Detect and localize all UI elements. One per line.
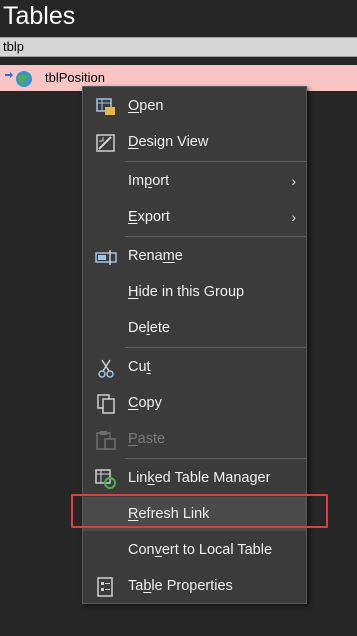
- menu-item-linked-table-manager[interactable]: Linked Table Manager: [83, 461, 306, 495]
- annotation-highlight-box: [71, 494, 328, 528]
- menu-item-linked-table-manager-label: Linked Table Manager: [128, 470, 271, 486]
- search-filter-field[interactable]: tblp: [0, 37, 357, 57]
- menu-item-design-view-label: Design View: [128, 134, 209, 150]
- menu-item-table-properties[interactable]: Table Properties: [83, 569, 306, 603]
- pane-title: Tables: [0, 0, 357, 37]
- menu-item-copy-label: Copy: [128, 395, 162, 411]
- menu-separator: [125, 458, 306, 459]
- menu-item-hide-in-group-label: Hide in this Group: [128, 284, 245, 300]
- menu-item-import-label: Import: [128, 173, 170, 189]
- submenu-chevron-icon: ›: [291, 173, 296, 189]
- menu-item-hide-in-group[interactable]: Hide in this Group: [83, 275, 306, 309]
- menu-separator: [125, 161, 306, 162]
- menu-separator: [125, 236, 306, 237]
- paste-icon: [96, 431, 116, 450]
- menu-separator: [125, 347, 306, 348]
- menu-item-open-label: Open: [128, 98, 164, 114]
- menu-item-rename[interactable]: Rename: [83, 239, 306, 273]
- menu-item-design-view[interactable]: Design View: [83, 125, 306, 159]
- menu-item-rename-label: Rename: [128, 248, 183, 264]
- menu-item-convert-to-local[interactable]: Convert to Local Table: [83, 533, 306, 567]
- menu-item-delete-label: Delete: [128, 320, 170, 336]
- menu-item-table-properties-label: Table Properties: [128, 578, 233, 594]
- open-table-icon: [96, 98, 115, 115]
- scissors-icon: [98, 359, 114, 378]
- menu-item-delete[interactable]: Delete: [83, 311, 306, 345]
- menu-item-export[interactable]: Export ›: [83, 200, 306, 234]
- menu-item-paste-label: Paste: [128, 431, 166, 447]
- menu-item-copy[interactable]: Copy: [83, 386, 306, 420]
- menu-item-cut-label: Cut: [128, 359, 151, 375]
- copy-icon: [97, 394, 115, 414]
- menu-item-import[interactable]: Import ›: [83, 164, 306, 198]
- submenu-chevron-icon: ›: [291, 209, 296, 225]
- linked-table-globe-icon: [5, 71, 32, 87]
- table-properties-icon: [97, 577, 113, 597]
- design-view-icon: [96, 134, 115, 152]
- menu-item-convert-to-local-label: Convert to Local Table: [128, 542, 273, 558]
- menu-item-cut[interactable]: Cut: [83, 350, 306, 384]
- menu-item-paste: Paste: [83, 422, 306, 456]
- menu-item-open[interactable]: Open: [83, 89, 306, 123]
- linked-table-manager-icon: [95, 469, 116, 489]
- rename-icon: [95, 250, 117, 265]
- menu-item-export-label: Export: [128, 209, 170, 225]
